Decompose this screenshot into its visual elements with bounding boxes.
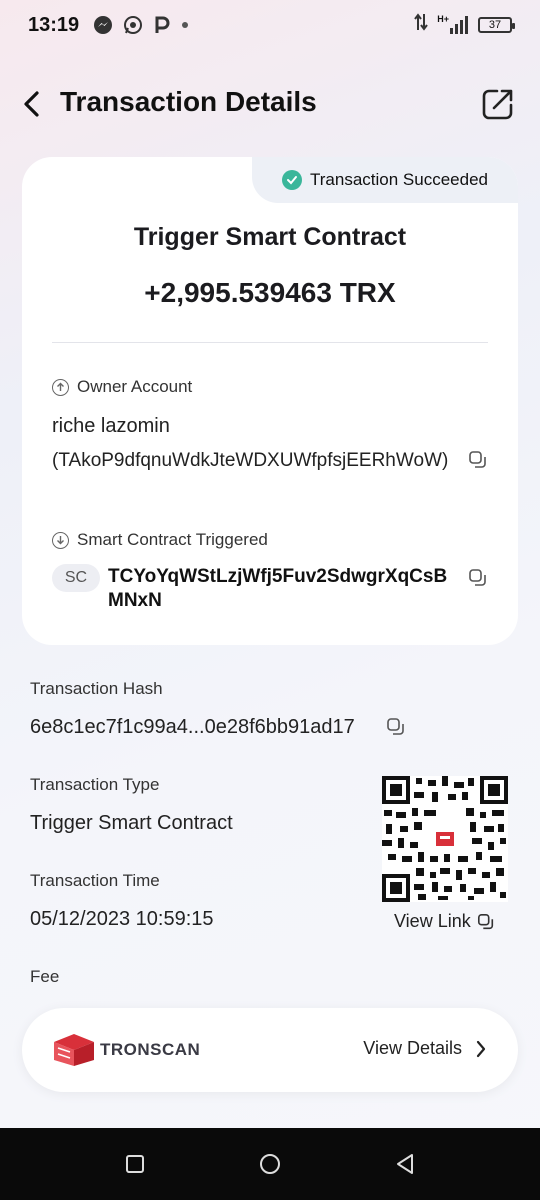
owner-name: riche lazomin — [52, 415, 170, 437]
arrow-up-circle-icon — [52, 378, 69, 396]
dot-icon — [181, 21, 189, 29]
share-icon — [482, 89, 513, 120]
page-title: Transaction Details — [60, 86, 317, 117]
arrow-down-circle-icon — [52, 531, 69, 549]
view-details-button[interactable]: View Details — [363, 1038, 486, 1059]
circle-icon — [260, 1154, 280, 1174]
battery-level: 37 — [488, 19, 502, 31]
signal-icon: H+ — [437, 14, 470, 34]
smart-contract-label-text: Smart Contract Triggered — [77, 530, 268, 549]
sc-badge: SC — [52, 564, 100, 592]
battery-icon: 37 — [478, 17, 515, 33]
copy-hash-icon[interactable] — [386, 717, 406, 737]
chevron-right-icon — [476, 1040, 486, 1057]
contract-address: TCYoYqWStLzjWfj5Fuv2SdwgrXqCsBMNxN — [108, 566, 448, 611]
check-circle-icon — [282, 170, 302, 190]
transaction-time-label: Transaction Time — [30, 871, 160, 890]
system-icons: H+ 37 — [413, 12, 515, 38]
copy-link-icon — [477, 913, 493, 929]
header: Transaction Details — [0, 78, 540, 130]
view-link-text: View Link — [394, 911, 471, 931]
recents-button[interactable] — [121, 1150, 149, 1178]
transaction-hash-label: Transaction Hash — [30, 679, 163, 698]
transaction-type-label: Transaction Type — [30, 775, 160, 794]
data-transfer-icon — [413, 12, 429, 38]
status-text: Transaction Succeeded — [310, 170, 488, 189]
qr-code[interactable] — [382, 776, 508, 902]
transaction-hash-value: 6e8c1ec7f1c99a4...0e28f6bb91ad17 — [30, 716, 355, 738]
system-nav-bar — [0, 1128, 540, 1200]
share-button[interactable] — [478, 84, 518, 124]
transaction-amount: +2,995.539463 TRX — [144, 277, 396, 308]
divider — [52, 342, 488, 343]
owner-address: (TAkoP9dfqnuWdkJteWDXUWfpfsjEERhWoW) — [52, 450, 449, 471]
whatsapp-icon — [123, 15, 143, 35]
status-badge: Transaction Succeeded — [252, 157, 518, 203]
owner-account-label-text: Owner Account — [77, 377, 193, 396]
fee-label: Fee — [30, 967, 60, 986]
tronscan-name: TRONSCAN — [100, 1040, 201, 1059]
status-bar: 13:19 H+ 37 — [0, 0, 540, 50]
copy-contract-address-icon[interactable] — [468, 568, 488, 588]
chevron-left-icon — [24, 91, 39, 117]
smart-contract-label: Smart Contract Triggered — [52, 530, 268, 550]
transaction-title: Trigger Smart Contract — [133, 223, 407, 251]
triangle-back-icon — [397, 1154, 413, 1174]
back-nav-button[interactable] — [391, 1150, 419, 1178]
messenger-icon — [93, 15, 113, 35]
square-icon — [126, 1155, 144, 1173]
notification-icons — [93, 15, 189, 35]
view-link-button[interactable]: View Link — [394, 911, 495, 932]
view-details-text: View Details — [363, 1038, 462, 1058]
transaction-time-value: 05/12/2023 10:59:15 — [30, 908, 214, 930]
home-button[interactable] — [256, 1150, 284, 1178]
p-app-icon — [153, 15, 171, 35]
tronscan-bar[interactable]: TRONSCAN View Details — [22, 1008, 518, 1092]
status-time: 13:19 — [28, 13, 80, 36]
owner-account-label: Owner Account — [52, 377, 192, 397]
network-type: H+ — [437, 14, 449, 24]
transaction-type-value: Trigger Smart Contract — [30, 812, 233, 834]
transaction-summary-card: Transaction Succeeded Trigger Smart Cont… — [22, 157, 518, 645]
tronscan-logo-icon — [54, 1034, 94, 1066]
copy-owner-address-icon[interactable] — [468, 450, 488, 470]
back-button[interactable] — [14, 86, 50, 122]
